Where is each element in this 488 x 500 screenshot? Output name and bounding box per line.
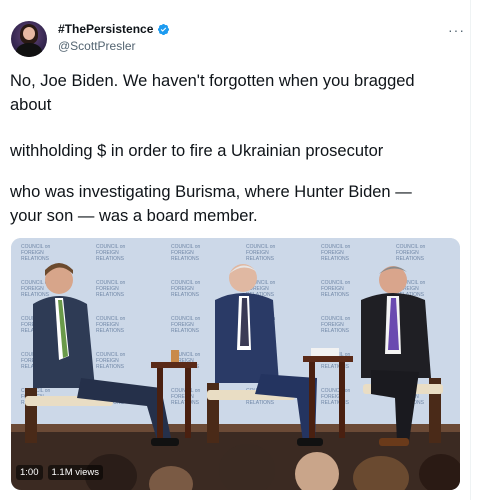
video-time: 1:00 <box>16 465 43 480</box>
display-name[interactable]: #ThePersistence <box>58 22 153 36</box>
tweet-text-line: your son — was a board member. <box>10 207 258 225</box>
timeline-border <box>470 0 471 500</box>
avatar[interactable] <box>11 21 47 57</box>
tweet[interactable]: #ThePersistence @ScottPresler ··· No, Jo… <box>0 0 470 500</box>
tweet-text-line: who was investigating Burisma, where Hun… <box>10 183 412 201</box>
video-frame: COUNCIL on FOREIGN RELATIONS <box>11 238 460 490</box>
more-icon[interactable]: ··· <box>448 22 465 38</box>
verified-badge-icon <box>158 23 170 35</box>
tweet-text-line: withholding $ in order to fire a Ukraini… <box>10 142 384 160</box>
tweet-text-line: No, Joe Biden. We haven't forgotten when… <box>10 72 415 90</box>
video-views: 1.1M views <box>47 465 104 480</box>
handle[interactable]: @ScottPresler <box>58 39 136 53</box>
video-player[interactable]: COUNCIL on FOREIGN RELATIONS <box>11 238 460 490</box>
tweet-text-line: about <box>10 96 52 114</box>
author-name-row[interactable]: #ThePersistence <box>58 22 170 36</box>
video-info: 1:00 1.1M views <box>16 465 104 480</box>
